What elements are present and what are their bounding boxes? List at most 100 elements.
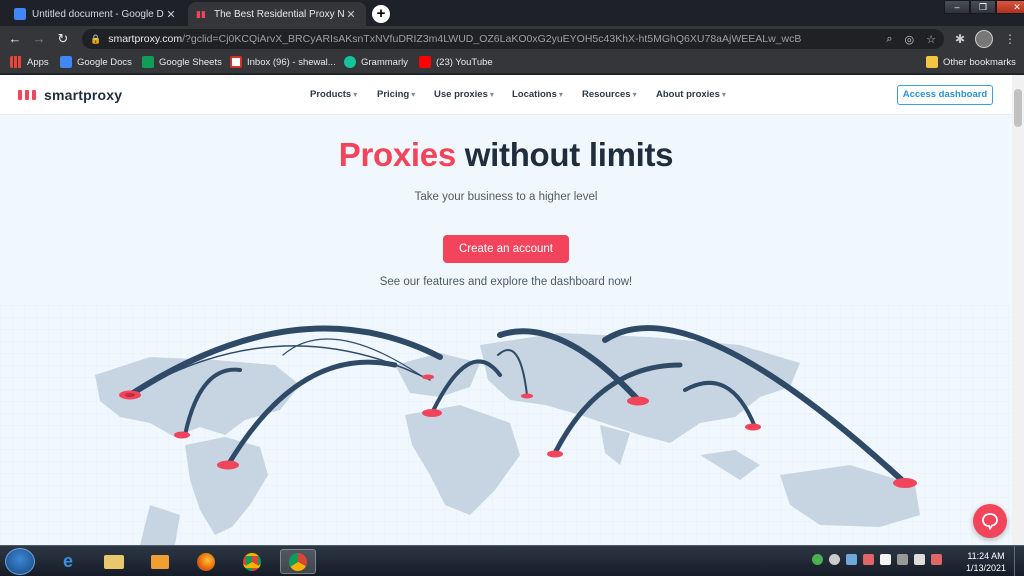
chevron-down-icon: ▾ (353, 90, 358, 99)
reload-icon[interactable]: ↻ (54, 30, 72, 48)
tray-flag-icon[interactable] (880, 554, 891, 565)
other-bookmarks[interactable]: Other bookmarks (926, 56, 1016, 68)
location-node (174, 431, 190, 439)
chevron-down-icon: ▾ (721, 90, 726, 99)
logo-mark-icon (18, 90, 38, 100)
hero-title-accent: Proxies (338, 136, 456, 173)
nav-label: Products (310, 89, 352, 100)
new-tab-button[interactable]: + (372, 5, 390, 23)
tray-app-icon[interactable] (863, 554, 874, 565)
tab-smartproxy[interactable]: ▮▮ The Best Residential Proxy Netw ✕ (188, 2, 366, 26)
youtube-icon (419, 56, 431, 68)
bookmark-grammarly[interactable]: Grammarly (344, 56, 408, 68)
world-map-illustration (0, 305, 1012, 545)
nav-locations[interactable]: Locations ▾ (512, 89, 563, 100)
bookmark-label: Other bookmarks (943, 56, 1016, 68)
file-explorer-icon[interactable] (96, 549, 132, 574)
smartproxy-logo[interactable]: smartproxy (18, 87, 122, 103)
location-node (422, 409, 442, 417)
more-menu-icon[interactable]: ⋮ (1001, 30, 1019, 48)
eye-off-icon[interactable]: ◎ (905, 33, 915, 46)
grammarly-icon (344, 56, 356, 68)
chat-bubble-icon (982, 513, 998, 530)
clock-time: 11:24 AM (967, 551, 1005, 561)
close-tab-icon[interactable]: ✕ (164, 8, 178, 21)
bookmark-google-sheets[interactable]: Google Sheets (142, 56, 222, 68)
clock-date: 1/13/2021 (965, 563, 1007, 573)
tray-app-icon[interactable] (829, 554, 840, 565)
browser-tab-strip: Untitled document - Google Doc ✕ ▮▮ The … (0, 0, 1024, 26)
nav-use-proxies[interactable]: Use proxies ▾ (434, 89, 494, 100)
access-dashboard-button[interactable]: Access dashboard (897, 85, 993, 105)
forward-arrow-icon[interactable]: → (30, 30, 48, 48)
nav-pricing[interactable]: Pricing ▾ (377, 89, 415, 100)
address-bar[interactable]: 🔒 smartproxy.com/?gclid=Cj0KCQiArvX_BRCy… (82, 29, 944, 49)
search-icon[interactable]: ⌕ (886, 33, 892, 46)
location-node (745, 423, 761, 431)
tray-app-icon[interactable] (846, 554, 857, 565)
apps-grid-icon (10, 56, 22, 68)
bookmark-gmail[interactable]: Inbox (96) - shewal... (230, 56, 336, 68)
location-node (521, 393, 533, 399)
screen: Untitled document - Google Doc ✕ ▮▮ The … (0, 0, 1024, 576)
show-desktop-button[interactable] (1014, 546, 1024, 576)
nav-label: About proxies (656, 89, 720, 100)
hero-subtitle: Take your business to a higher level (414, 191, 598, 203)
star-icon[interactable]: ☆ (926, 33, 936, 46)
bookmark-label: Apps (27, 56, 49, 68)
network-signal-icon[interactable] (897, 554, 908, 565)
profile-avatar[interactable] (975, 30, 993, 48)
explore-text: See our features and explore the dashboa… (379, 276, 633, 288)
close-tab-icon[interactable]: ✕ (344, 8, 358, 21)
location-node (627, 396, 649, 406)
tab-title: The Best Residential Proxy Netw (214, 8, 344, 20)
gmail-icon (230, 56, 242, 68)
location-node-core (125, 393, 135, 397)
bookmark-label: Inbox (96) - shewal... (247, 56, 336, 68)
tab-google-doc[interactable]: Untitled document - Google Doc ✕ (6, 2, 186, 26)
chevron-down-icon: ▾ (632, 90, 637, 99)
chrome-active-window-icon[interactable] (280, 549, 316, 574)
chevron-down-icon: ▾ (489, 90, 494, 99)
hero-title-rest: without limits (455, 136, 674, 173)
bookmark-apps[interactable]: Apps (10, 56, 49, 68)
chrome-icon[interactable] (234, 549, 270, 574)
minimize-button[interactable]: – (944, 0, 970, 14)
extensions-puzzle-icon[interactable]: ✱ (951, 30, 969, 48)
taskbar-clock[interactable]: 11:24 AM 1/13/2021 (962, 550, 1010, 574)
internet-explorer-icon[interactable]: e (50, 549, 86, 574)
url-host: smartproxy.com (108, 33, 183, 45)
system-tray (812, 554, 942, 565)
location-node (893, 478, 917, 488)
firefox-icon[interactable] (188, 549, 224, 574)
nav-products[interactable]: Products ▾ (310, 89, 357, 100)
create-account-button[interactable]: Create an account (443, 235, 569, 263)
lock-icon: 🔒 (90, 33, 102, 44)
nav-resources[interactable]: Resources ▾ (582, 89, 637, 100)
chat-button[interactable] (973, 504, 1007, 538)
bookmark-google-docs[interactable]: Google Docs (60, 56, 132, 68)
address-bar-actions: ⌕ ◎ ☆ (880, 29, 936, 49)
volume-muted-icon[interactable] (931, 554, 942, 565)
nav-label: Pricing (377, 89, 410, 100)
hero-title: Proxies without limits (0, 136, 1012, 174)
battery-icon[interactable] (914, 554, 925, 565)
page-scrollbar[interactable] (1012, 75, 1024, 545)
nav-label: Use proxies (434, 89, 488, 100)
bookmarks-bar: Apps Google Docs Google Sheets Inbox (96… (0, 52, 1024, 74)
media-player-icon[interactable] (142, 549, 178, 574)
tray-app-icon[interactable] (812, 554, 823, 565)
chevron-down-icon: ▾ (411, 90, 416, 99)
back-arrow-icon[interactable]: ← (6, 30, 24, 48)
scrollbar-thumb[interactable] (1014, 89, 1022, 127)
close-window-button[interactable]: ✕ (996, 0, 1024, 14)
nav-label: Resources (582, 89, 631, 100)
chevron-down-icon: ▾ (558, 90, 563, 99)
start-button[interactable] (5, 548, 35, 575)
nav-about-proxies[interactable]: About proxies ▾ (656, 89, 726, 100)
tab-title: Untitled document - Google Doc (32, 8, 164, 20)
bookmark-label: Grammarly (361, 56, 408, 68)
bookmark-youtube[interactable]: (23) YouTube (419, 56, 493, 68)
restore-button[interactable]: ❐ (970, 0, 996, 14)
browser-toolbar: ← → ↻ 🔒 smartproxy.com/?gclid=Cj0KCQiArv… (0, 26, 1024, 52)
